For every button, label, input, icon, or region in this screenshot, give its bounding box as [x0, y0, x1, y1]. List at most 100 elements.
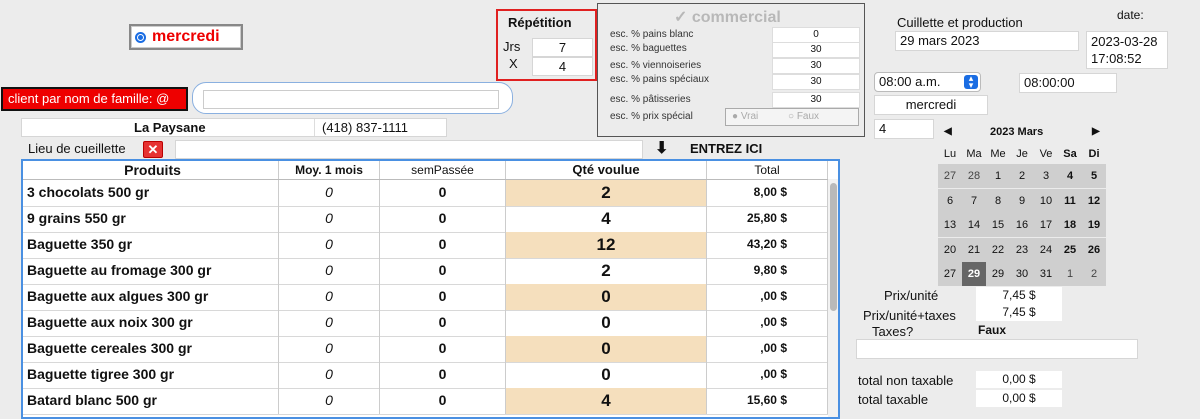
scrollbar[interactable]: [828, 179, 838, 417]
esc-label: esc. % viennoiseries: [610, 60, 702, 71]
calendar-day[interactable]: 7: [962, 188, 986, 213]
calendar-day[interactable]: 10: [1034, 188, 1058, 213]
calendar-day[interactable]: 1: [986, 164, 1010, 188]
qty-input[interactable]: 2: [506, 258, 707, 284]
entrez-label: ENTREZ ICI: [690, 141, 763, 156]
store-name: La Paysane: [134, 120, 206, 135]
calendar-day[interactable]: 29: [986, 262, 1010, 286]
faux-radio[interactable]: ○ Faux: [788, 111, 819, 122]
esc-field[interactable]: 30: [772, 42, 860, 58]
calendar-day[interactable]: 22: [986, 237, 1010, 262]
vrai-radio[interactable]: ● Vrai: [732, 111, 758, 122]
esc-field[interactable]: 30: [772, 92, 860, 108]
qty-input[interactable]: 0: [506, 362, 707, 388]
table-row[interactable]: Baguette tigree 300 gr 0 0 0,00 $: [23, 362, 828, 389]
col-header-qte[interactable]: Qté voulue: [506, 161, 707, 179]
calendar-day[interactable]: 18: [1058, 213, 1082, 237]
sem-cell: 0: [380, 206, 506, 232]
products-table: Produits Moy. 1 mois semPassée Qté voulu…: [21, 159, 840, 419]
time-select[interactable]: 08:00 a.m. ▴ ▾: [874, 72, 981, 92]
col-header-produits[interactable]: Produits: [23, 161, 279, 179]
prix-taxes-label: Prix/unité+taxes: [863, 308, 956, 323]
client-search-input[interactable]: [203, 90, 499, 109]
calendar-day[interactable]: 21: [962, 237, 986, 262]
table-row[interactable]: Baguette au fromage 300 gr 0 0 2 9,80 $: [23, 258, 828, 285]
notes-field[interactable]: [856, 339, 1138, 359]
calendar-day[interactable]: 31: [1034, 262, 1058, 286]
table-row[interactable]: Batard blanc 500 gr 0 0 4 15,60 $: [23, 388, 828, 415]
qty-input[interactable]: 0: [506, 336, 707, 362]
time-field[interactable]: 08:00:00: [1019, 73, 1117, 93]
calendar-day[interactable]: 20: [938, 237, 962, 262]
calendar-day[interactable]: 9: [1010, 188, 1034, 213]
sem-cell: 0: [380, 284, 506, 310]
calendar-day[interactable]: 27: [938, 262, 962, 286]
esc-field[interactable]: 30: [772, 58, 860, 74]
calendar-day[interactable]: 2: [1082, 262, 1106, 286]
col-header-moy[interactable]: Moy. 1 mois: [279, 161, 380, 179]
x-field[interactable]: 4: [532, 57, 593, 76]
calendar-day[interactable]: 1: [1058, 262, 1082, 286]
time-select-value: 08:00 a.m.: [879, 74, 941, 89]
qty-input[interactable]: 4: [506, 206, 707, 232]
day-radio-button[interactable]: mercredi: [129, 24, 243, 50]
sem-cell: 0: [380, 258, 506, 284]
calendar-day[interactable]: 14: [962, 213, 986, 237]
cueillette-date-field[interactable]: 29 mars 2023: [895, 31, 1079, 51]
esc-field[interactable]: 30: [772, 74, 860, 90]
calendar: ◀ 2023 Mars ▶ Lu Ma Me Je Ve Sa Di 27 28 1 2 3 4 5 6 7 8…: [938, 118, 1108, 286]
calendar-dow: Je: [1016, 148, 1028, 160]
calendar-day[interactable]: 28: [962, 164, 986, 188]
day-field[interactable]: mercredi: [874, 95, 988, 115]
calendar-day[interactable]: 27: [938, 164, 962, 188]
col-header-total[interactable]: Total: [707, 161, 828, 179]
table-row[interactable]: 3 chocolats 500 gr 0 0 2 8,00 $: [23, 180, 828, 207]
calendar-day[interactable]: 24: [1034, 237, 1058, 262]
calendar-day[interactable]: 2: [1010, 164, 1034, 188]
qty-input[interactable]: 0: [506, 284, 707, 310]
calendar-day[interactable]: 6: [938, 188, 962, 213]
total-cell: 15,60 $: [707, 388, 828, 414]
table-row[interactable]: Baguette aux noix 300 gr 0 0 0,00 $: [23, 310, 828, 337]
calendar-day[interactable]: 23: [1010, 237, 1034, 262]
calendar-day[interactable]: 25: [1058, 237, 1082, 262]
calendar-day[interactable]: 13: [938, 213, 962, 237]
calendar-day[interactable]: 15: [986, 213, 1010, 237]
calendar-day[interactable]: 3: [1034, 164, 1058, 188]
scrollbar-thumb[interactable]: [830, 183, 837, 311]
qty-input[interactable]: 0: [506, 310, 707, 336]
qty-input[interactable]: 4: [506, 388, 707, 414]
esc-field[interactable]: 0: [772, 27, 860, 43]
lieu-input[interactable]: [175, 140, 643, 159]
calendar-day[interactable]: 17: [1034, 213, 1058, 237]
commercial-checkbox[interactable]: ✓ commercial: [674, 7, 781, 27]
prix-special-label: esc. % prix spécial: [610, 111, 693, 122]
calendar-day[interactable]: 29: [962, 262, 986, 286]
table-row[interactable]: Baguette cereales 300 gr 0 0 0,00 $: [23, 336, 828, 363]
calendar-day[interactable]: 19: [1082, 213, 1106, 237]
next-month-icon[interactable]: ▶: [1092, 126, 1100, 137]
clear-button[interactable]: ✕: [143, 141, 163, 158]
table-row[interactable]: 9 grains 550 gr 0 0 4 25,80 $: [23, 206, 828, 233]
product-name-cell: 3 chocolats 500 gr: [23, 180, 279, 206]
calendar-day[interactable]: 4: [1058, 164, 1082, 188]
jrs-field[interactable]: 7: [532, 38, 593, 57]
calendar-day[interactable]: 12: [1082, 188, 1106, 213]
total-cell: 25,80 $: [707, 206, 828, 232]
col-header-sem[interactable]: semPassée: [380, 161, 506, 179]
calendar-day[interactable]: 11: [1058, 188, 1082, 213]
table-row[interactable]: Baguette aux algues 300 gr 0 0 0,00 $: [23, 284, 828, 311]
sem-cell: 0: [380, 180, 506, 206]
store-info: La Paysane (418) 837-1111: [21, 118, 447, 137]
calendar-day[interactable]: 16: [1010, 213, 1034, 237]
non-taxable-value: 0,00 $: [976, 371, 1062, 388]
calendar-day[interactable]: 26: [1082, 237, 1106, 262]
num-field[interactable]: 4: [874, 119, 934, 139]
calendar-day[interactable]: 5: [1082, 164, 1106, 188]
calendar-day[interactable]: 8: [986, 188, 1010, 213]
table-row[interactable]: Baguette 350 gr 0 0 12 43,20 $: [23, 232, 828, 259]
qty-input[interactable]: 2: [506, 180, 707, 206]
prev-month-icon[interactable]: ◀: [944, 126, 952, 137]
calendar-day[interactable]: 30: [1010, 262, 1034, 286]
qty-input[interactable]: 12: [506, 232, 707, 258]
